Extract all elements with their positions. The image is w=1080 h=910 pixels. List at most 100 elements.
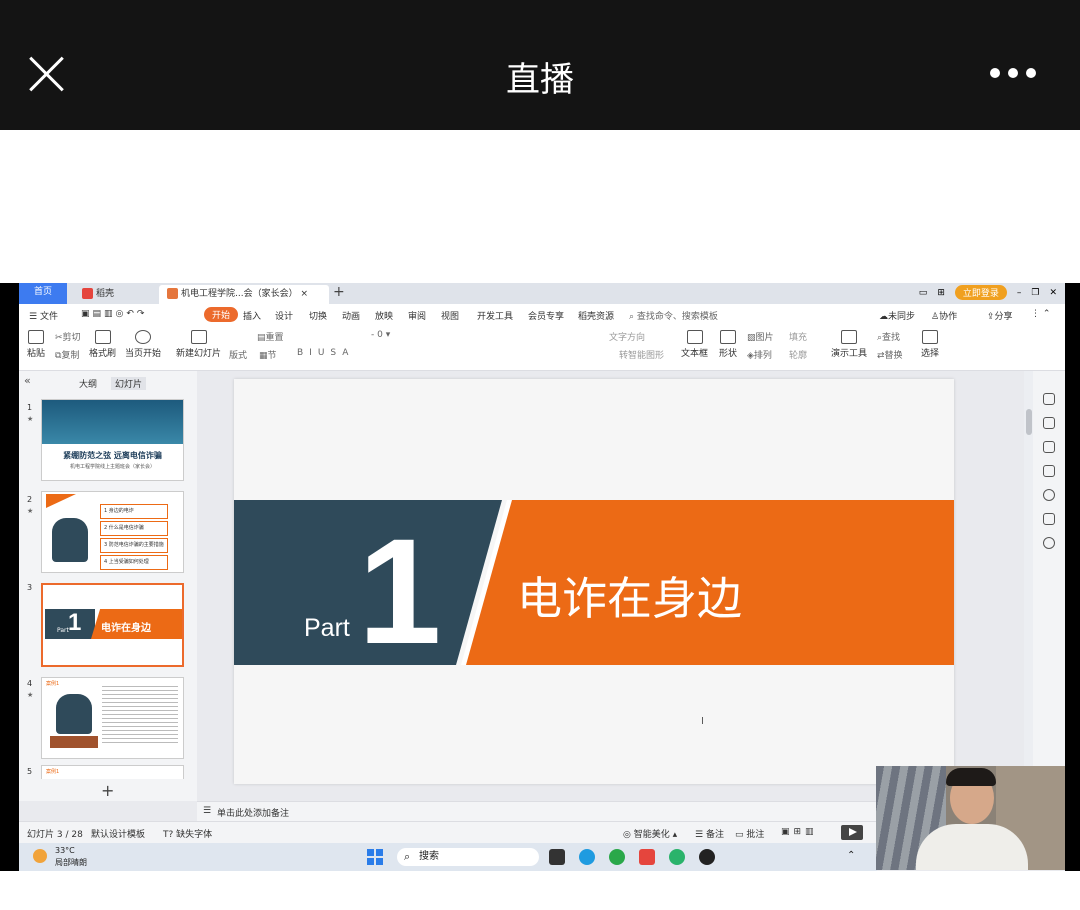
thumb-headline: 电诈在身边: [101, 623, 151, 634]
webcam-hair: [946, 768, 996, 786]
textbox-icon: [686, 330, 703, 344]
menu-home[interactable]: 开始: [204, 307, 239, 322]
task-view-icon[interactable]: [549, 849, 565, 865]
more-options-icon[interactable]: [990, 68, 1036, 78]
beautify-button[interactable]: ◎ 智能美化 ▴: [623, 827, 677, 840]
vertical-scrollbar[interactable]: [1024, 371, 1033, 801]
outline-button[interactable]: 轮廓: [789, 348, 807, 361]
slide-thumbnail-5[interactable]: 案例1: [41, 765, 184, 779]
tray-chevron-icon[interactable]: ⌃: [847, 850, 855, 861]
font-style-buttons[interactable]: BIUSA: [297, 348, 354, 358]
chrome-like-browser-icon[interactable]: [609, 849, 625, 865]
layout-icon[interactable]: ▭: [919, 288, 928, 298]
copy-panel-icon[interactable]: [1043, 465, 1055, 477]
quick-access-icons[interactable]: ▣▤▥◎↶↷: [81, 309, 147, 319]
thumb-case-tag: 案例1: [46, 681, 60, 687]
font-icon: T?: [163, 830, 174, 840]
view-mode-icons[interactable]: ▣⊞▥: [781, 827, 818, 837]
new-slide-button[interactable]: 新建幻灯片: [176, 330, 221, 359]
tab-close-icon[interactable]: ×: [300, 289, 308, 299]
sync-label: 未同步: [888, 312, 916, 322]
pin-icon[interactable]: [1043, 441, 1055, 453]
notes-bar[interactable]: ☰ 单击此处添加备注: [197, 801, 877, 822]
section-button[interactable]: ▦节: [259, 348, 277, 361]
menu-file[interactable]: ☰ 文件: [29, 309, 58, 322]
taskbar-search[interactable]: 搜索: [397, 848, 539, 866]
login-button[interactable]: 立即登录: [954, 285, 1007, 300]
presenter-tools-button[interactable]: 演示工具: [831, 330, 867, 359]
convert-smart-button[interactable]: 转智能图形: [619, 348, 664, 361]
command-search[interactable]: ⌕ 查找命令、搜索模板: [629, 309, 718, 322]
cut-button[interactable]: ✂剪切: [55, 330, 81, 343]
tab-document[interactable]: 机电工程学院...会（家长会） ×: [159, 285, 329, 304]
image-panel-icon[interactable]: [1043, 513, 1055, 525]
help-icon[interactable]: [1043, 489, 1055, 501]
menu-developer[interactable]: 开发工具: [477, 309, 513, 322]
find-button[interactable]: ⌕查找: [877, 330, 900, 343]
slide-thumbnail-1[interactable]: 紧绷防范之弦 远离电信诈骗 机电工程学院线上主题班会（家长会）: [41, 399, 184, 481]
presenter-label: 演示工具: [831, 349, 868, 359]
styles-icon[interactable]: [1043, 393, 1055, 405]
missing-font-button[interactable]: T? 缺失字体: [163, 827, 212, 840]
add-slide-button[interactable]: +: [101, 781, 114, 800]
chat-app-icon[interactable]: [669, 849, 685, 865]
menu-member[interactable]: 会员专享: [528, 309, 564, 322]
reset-button[interactable]: ▤重置: [257, 330, 284, 343]
layout-button[interactable]: 版式: [229, 348, 247, 361]
notes-toggle[interactable]: ☰ 备注: [695, 827, 724, 840]
picture-button[interactable]: ▨图片: [747, 330, 774, 343]
copy-button[interactable]: ⧉复制: [55, 348, 79, 361]
grid-icon[interactable]: ⊞: [937, 288, 945, 298]
tab-outline[interactable]: 大纲: [79, 377, 97, 390]
format-painter-button[interactable]: 格式刷: [89, 330, 116, 359]
wps-office-icon[interactable]: [639, 849, 655, 865]
arrange-button[interactable]: ◈排列: [747, 348, 772, 361]
collab-button[interactable]: ♙协作: [931, 309, 957, 322]
menu-insert[interactable]: 插入: [243, 309, 261, 322]
beautify-icon: ◎: [623, 830, 631, 840]
ribbon-menu-icon[interactable]: ⋮ ⌃: [1031, 309, 1050, 319]
menu-review[interactable]: 审阅: [408, 309, 426, 322]
share-button[interactable]: ⇪分享: [987, 309, 1013, 322]
paste-button[interactable]: 粘贴: [27, 330, 45, 359]
collapse-panel-icon[interactable]: «: [24, 374, 31, 387]
menu-animation[interactable]: 动画: [342, 309, 360, 322]
textbox-button[interactable]: 文本框: [681, 330, 708, 359]
scrollbar-thumb[interactable]: [1026, 409, 1032, 435]
shape-button[interactable]: 形状: [719, 330, 737, 359]
from-current-button[interactable]: 当页开始: [125, 330, 161, 359]
menu-view[interactable]: 视图: [441, 309, 459, 322]
current-slide[interactable]: 1 Part 电诈在身边 I: [234, 379, 954, 784]
select-button[interactable]: 选择: [921, 330, 939, 359]
menu-design[interactable]: 设计: [275, 309, 293, 322]
slide-thumbnail-3-selected[interactable]: Part 1 电诈在身边: [41, 583, 184, 667]
play-slideshow-button[interactable]: [841, 825, 863, 840]
new-tab-button[interactable]: +: [333, 284, 345, 300]
weather-temp: 33°C: [55, 846, 75, 855]
font-size-select[interactable]: - 0 ▾: [371, 330, 390, 340]
location-icon[interactable]: [1043, 537, 1055, 549]
sync-status[interactable]: ☁未同步: [879, 309, 915, 322]
menu-transition[interactable]: 切换: [309, 309, 327, 322]
font-size-value: 0: [377, 330, 383, 340]
window-close-icon[interactable]: ✕: [1049, 288, 1057, 298]
slide-thumbnail-2[interactable]: 1 身边的电诈 2 什么是电信诈骗 3 防范电信诈骗的主要措施 4 上当受骗如何…: [41, 491, 184, 573]
restore-icon[interactable]: ❐: [1031, 288, 1039, 298]
tab-slides[interactable]: 幻灯片: [111, 377, 147, 390]
settings-sliders-icon[interactable]: [1043, 417, 1055, 429]
edge-browser-icon[interactable]: [579, 849, 595, 865]
slide-thumbnail-panel: « 大纲 幻灯片 1 ★ 紧绷防范之弦 远离电信诈骗 机电工程学院线上主题班会（…: [19, 371, 198, 801]
minimize-icon[interactable]: –: [1017, 288, 1022, 298]
menu-docer[interactable]: 稻壳资源: [578, 309, 614, 322]
replace-button[interactable]: ⇄替换: [877, 348, 903, 361]
media-app-icon[interactable]: [699, 849, 715, 865]
comments-toggle[interactable]: ▭ 批注: [735, 827, 764, 840]
tab-home[interactable]: 首页: [19, 283, 67, 304]
windows-start-icon[interactable]: [367, 849, 383, 865]
search-icon: ⌕: [629, 312, 635, 322]
fill-button[interactable]: 填充: [789, 330, 807, 343]
menu-slideshow[interactable]: 放映: [375, 309, 393, 322]
tab-wps[interactable]: 稻壳: [74, 285, 154, 304]
text-direction-button[interactable]: 文字方向: [609, 330, 645, 343]
slide-thumbnail-4[interactable]: 案例1: [41, 677, 184, 759]
